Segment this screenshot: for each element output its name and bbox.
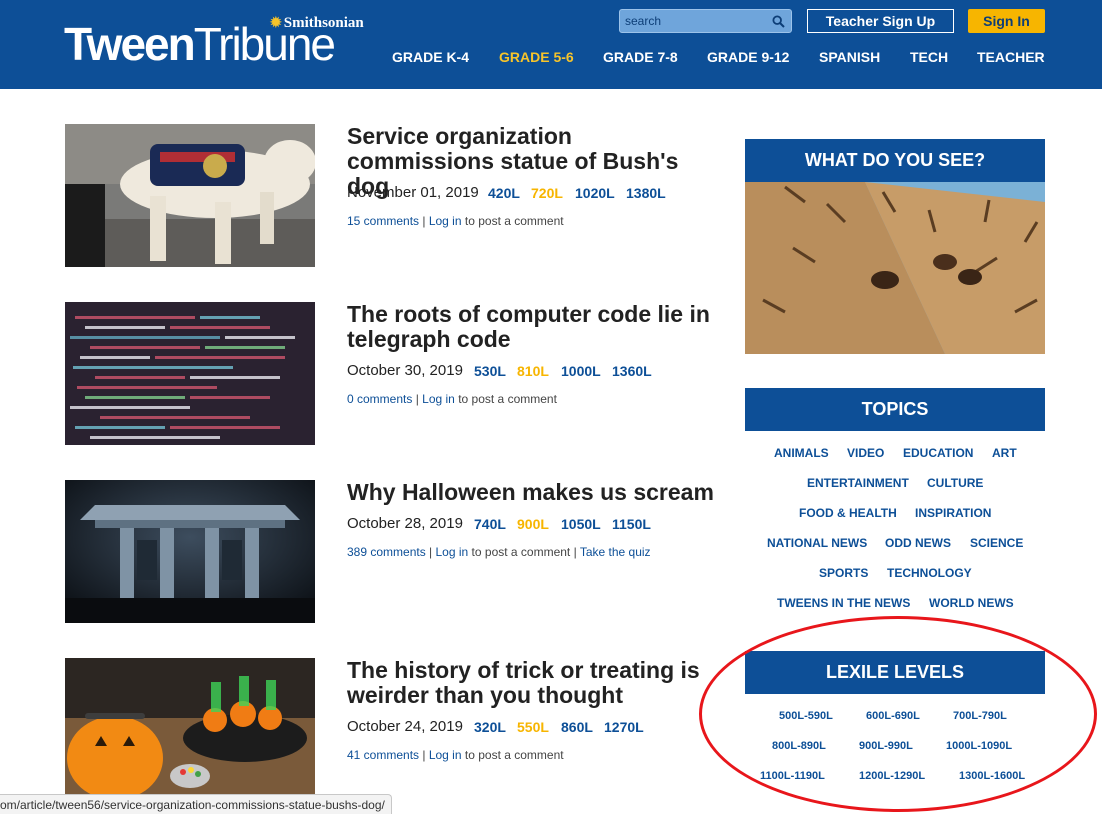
search-placeholder: search	[625, 14, 662, 28]
annotation-circle	[699, 616, 1097, 812]
lexile-link[interactable]: 1360L	[612, 363, 652, 379]
topic-link-odd-news[interactable]: ODD NEWS	[885, 536, 951, 550]
article-date: October 30, 2019	[347, 362, 463, 379]
tweentribune-logo[interactable]: TweenTribune	[64, 20, 336, 68]
site-header: ✹ Smithsonian TweenTribune search Teacher…	[0, 0, 1102, 89]
topic-link-world-news[interactable]: WORLD NEWS	[929, 596, 1014, 610]
topic-link-inspiration[interactable]: INSPIRATION	[915, 506, 991, 520]
lexile-link[interactable]: 740L	[474, 516, 506, 532]
nav-grade-9-12[interactable]: GRADE 9-12	[707, 49, 789, 65]
article-date: November 01, 2019	[347, 184, 479, 201]
lexile-link-current[interactable]: 900L	[517, 516, 549, 532]
article-title[interactable]: The history of trick or treating is weir…	[347, 658, 717, 708]
topic-link-tweens-in-the-news[interactable]: TWEENS IN THE NEWS	[777, 596, 910, 610]
search-input[interactable]: search	[619, 9, 792, 33]
lexile-link[interactable]: 1050L	[561, 516, 601, 532]
status-bar-url: om/article/tween56/service-organization-…	[0, 794, 392, 814]
post-comment-text: to post a comment	[458, 392, 557, 406]
lexile-link-current[interactable]: 810L	[517, 363, 549, 379]
topic-link-technology[interactable]: TECHNOLOGY	[887, 566, 972, 580]
topic-link-sports[interactable]: SPORTS	[819, 566, 868, 580]
what-do-you-see-heading[interactable]: WHAT DO YOU SEE?	[745, 139, 1045, 182]
take-quiz-link[interactable]: Take the quiz	[580, 545, 651, 559]
lexile-link[interactable]: 1270L	[604, 719, 644, 735]
lexile-link[interactable]: 320L	[474, 719, 506, 735]
comments-link[interactable]: 41 comments	[347, 748, 419, 762]
nav-tech[interactable]: TECH	[910, 49, 948, 65]
post-comment-text: to post a comment	[471, 545, 571, 559]
sign-in-button[interactable]: Sign In	[968, 9, 1045, 33]
lexile-link[interactable]: 420L	[488, 185, 520, 201]
topic-link-food-health[interactable]: FOOD & HEALTH	[799, 506, 897, 520]
lexile-link[interactable]: 860L	[561, 719, 593, 735]
login-link[interactable]: Log in	[422, 392, 455, 406]
what-do-you-see-image[interactable]	[745, 182, 1045, 354]
lexile-link-current[interactable]: 720L	[531, 185, 563, 201]
article-thumbnail-pumpkins[interactable]	[65, 658, 315, 801]
lexile-link[interactable]: 530L	[474, 363, 506, 379]
article-title[interactable]: Why Halloween makes us scream	[347, 480, 717, 505]
article-date: October 24, 2019	[347, 718, 463, 735]
topic-link-science[interactable]: SCIENCE	[970, 536, 1023, 550]
topic-link-entertainment[interactable]: ENTERTAINMENT	[807, 476, 909, 490]
comments-link[interactable]: 0 comments	[347, 392, 412, 406]
article-comments-line: 15 comments | Log in to post a comment	[347, 214, 564, 228]
nav-grade-k4[interactable]: GRADE K-4	[392, 49, 469, 65]
lexile-link[interactable]: 1150L	[612, 516, 651, 532]
login-link[interactable]: Log in	[429, 748, 462, 762]
comments-link[interactable]: 15 comments	[347, 214, 419, 228]
post-comment-text: to post a comment	[464, 214, 564, 228]
topic-link-national-news[interactable]: NATIONAL NEWS	[767, 536, 867, 550]
lexile-link[interactable]: 1020L	[575, 185, 615, 201]
article-thumbnail-building[interactable]	[65, 480, 315, 623]
article-date: October 28, 2019	[347, 515, 463, 532]
article-comments-line: 0 comments | Log in to post a comment	[347, 392, 557, 406]
lexile-link[interactable]: 1380L	[626, 185, 666, 201]
login-link[interactable]: Log in	[436, 545, 469, 559]
article-thumbnail-code[interactable]	[65, 302, 315, 445]
nav-teacher[interactable]: TEACHER	[977, 49, 1045, 65]
topic-link-culture[interactable]: CULTURE	[927, 476, 983, 490]
nav-spanish[interactable]: SPANISH	[819, 49, 880, 65]
lexile-link[interactable]: 1000L	[561, 363, 601, 379]
topic-link-education[interactable]: EDUCATION	[903, 446, 973, 460]
topic-link-video[interactable]: VIDEO	[847, 446, 884, 460]
article-comments-line: 41 comments | Log in to post a comment	[347, 748, 564, 762]
post-comment-text: to post a comment	[464, 748, 564, 762]
nav-grade-5-6[interactable]: GRADE 5-6	[499, 49, 574, 65]
article-title[interactable]: The roots of computer code lie in telegr…	[347, 302, 717, 352]
nav-grade-7-8[interactable]: GRADE 7-8	[603, 49, 678, 65]
topic-link-art[interactable]: ART	[992, 446, 1017, 460]
lexile-link-current[interactable]: 550L	[517, 719, 549, 735]
login-link[interactable]: Log in	[429, 214, 462, 228]
search-icon[interactable]	[772, 15, 785, 28]
article-thumbnail-dog[interactable]	[65, 124, 315, 267]
teacher-signup-button[interactable]: Teacher Sign Up	[807, 9, 954, 33]
topics-heading: TOPICS	[745, 388, 1045, 431]
comments-link[interactable]: 389 comments	[347, 545, 426, 559]
article-comments-line: 389 comments | Log in to post a comment …	[347, 545, 651, 559]
topic-link-animals[interactable]: ANIMALS	[774, 446, 829, 460]
